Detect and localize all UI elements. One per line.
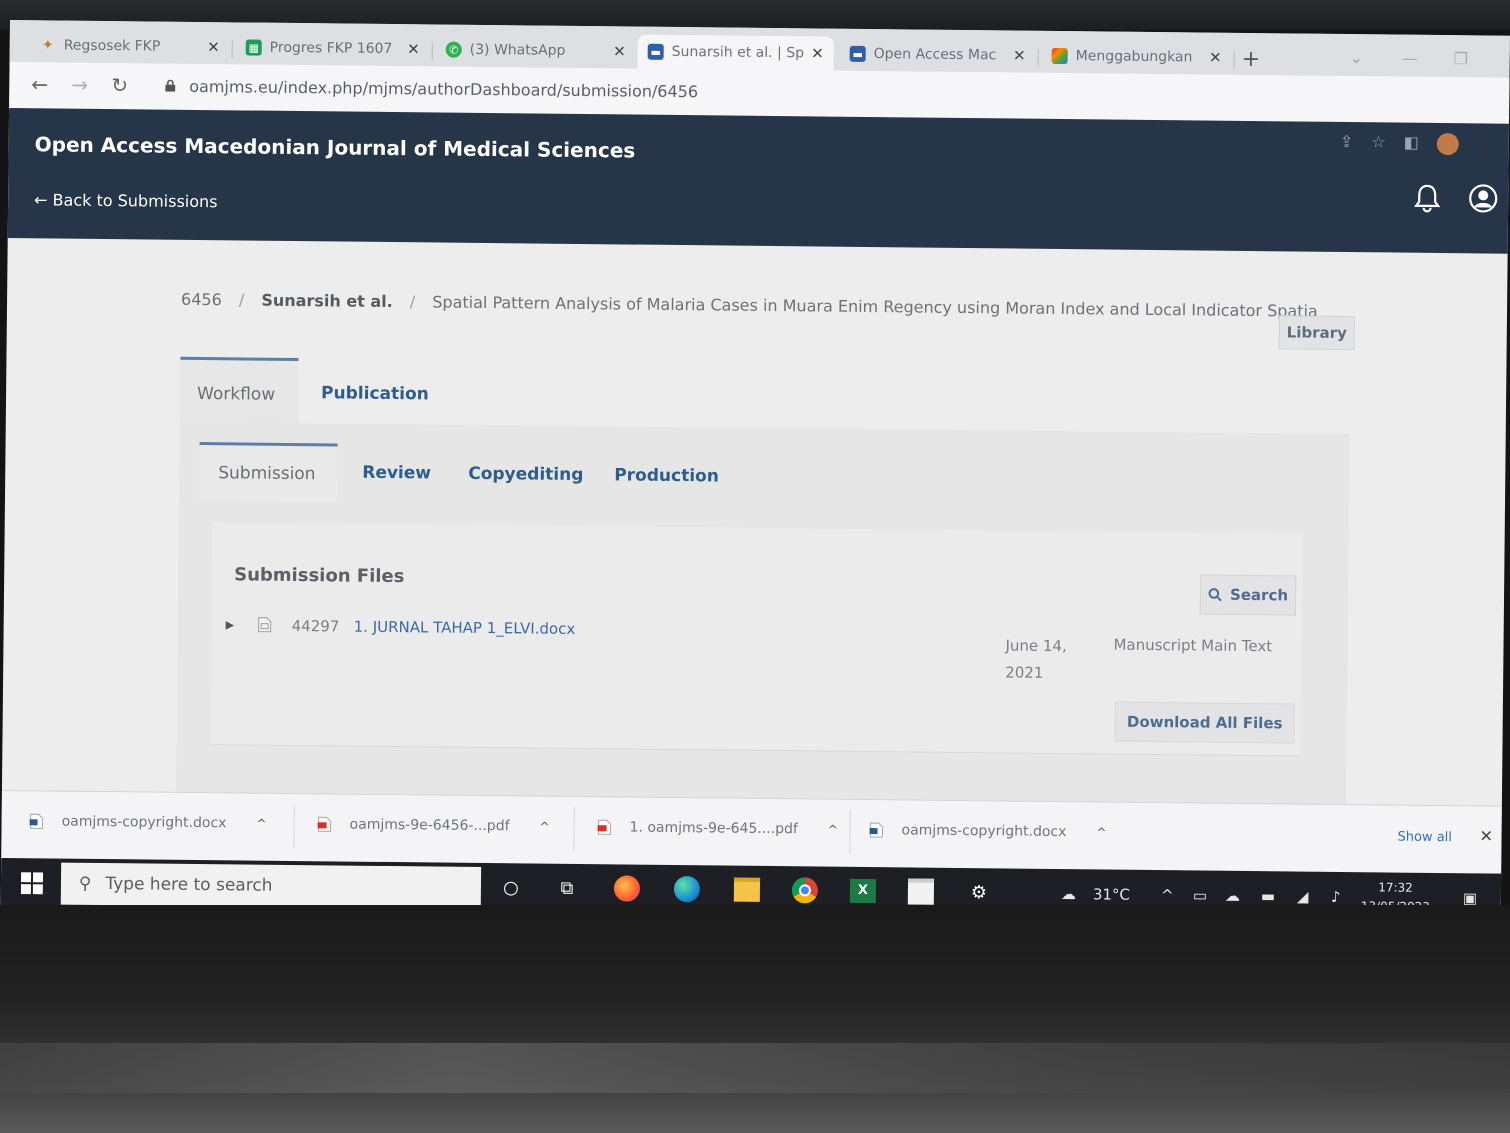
close-icon[interactable]: ✕ [207, 38, 220, 56]
share-icon[interactable]: ⇪ [1340, 132, 1354, 154]
temperature[interactable]: 31°C [1093, 885, 1130, 903]
excel-icon[interactable]: X [849, 877, 877, 905]
chevron-up-icon[interactable]: ^ [828, 823, 838, 837]
chrome-icon[interactable] [791, 876, 819, 904]
browser-tab-progres[interactable]: ▦ Progres FKP 1607 ✕ [236, 30, 430, 66]
show-all-downloads-link[interactable]: Show all [1397, 830, 1452, 846]
sidebar-icon[interactable]: ◧ [1404, 133, 1419, 155]
user-account-icon[interactable] [1468, 183, 1498, 213]
colorful-icon [1051, 47, 1068, 65]
ojs-icon: ▬ [647, 43, 664, 60]
download-item[interactable]: oamjms-copyright.docx ^ [869, 822, 1107, 840]
search-icon: ⚲ [78, 873, 92, 894]
journal-header: Open Access Macedonian Journal of Medica… [7, 107, 1509, 254]
word-document-icon [29, 813, 44, 829]
breadcrumb-title: Spatial Pattern Analysis of Malaria Case… [432, 292, 1318, 321]
laptop-keyboard-deck [0, 905, 1510, 1133]
taskbar-search-box[interactable]: ⚲ Type here to search [60, 862, 482, 909]
store-icon[interactable] [907, 877, 935, 905]
tab-search-icon[interactable]: ⌄ [1350, 48, 1364, 67]
star-icon[interactable]: ☆ [1371, 132, 1386, 154]
search-button-label: Search [1229, 585, 1289, 605]
submission-files-title: Submission Files [234, 564, 405, 588]
download-item[interactable]: oamjms-copyright.docx ^ [29, 813, 267, 831]
new-tab-icon[interactable]: + [1242, 47, 1261, 72]
onedrive-icon[interactable]: ☁ [1225, 887, 1240, 905]
tab-favicon-icon: ✦ [41, 37, 54, 54]
meet-now-icon[interactable]: ▭ [1193, 886, 1207, 904]
pdf-icon [317, 816, 332, 832]
chevron-up-icon[interactable]: ^ [539, 820, 549, 834]
table-row[interactable]: ▶ 44297 1. JURNAL TAHAP 1_ELVI.docx June… [225, 616, 1296, 689]
journal-title[interactable]: Open Access Macedonian Journal of Medica… [35, 132, 636, 162]
close-icon[interactable]: ✕ [1479, 826, 1493, 845]
back-to-submissions-link[interactable]: ← Back to Submissions [34, 190, 218, 211]
breadcrumb-author: Sunarsih et al. [261, 290, 393, 312]
chevron-up-icon[interactable]: ^ [1096, 825, 1106, 839]
laptop-screen: ✦ Regsosek FKP ✕ ▦ Progres FKP 1607 ✕ ✆ … [0, 20, 1510, 921]
weather-icon[interactable]: ☁ [1061, 885, 1076, 903]
minimize-icon[interactable]: — [1402, 49, 1418, 68]
url-field[interactable]: oamjms.eu/index.php/mjms/authorDashboard… [189, 77, 698, 101]
wifi-icon[interactable]: ◢ [1297, 888, 1309, 906]
close-icon[interactable]: ✕ [407, 40, 420, 58]
browser-toolbar-icons: ⇪ ☆ ◧ [1340, 132, 1459, 156]
battery-icon[interactable]: ▬ [1261, 887, 1275, 905]
windows-start-icon[interactable] [20, 872, 44, 895]
profile-avatar-icon[interactable] [1436, 132, 1459, 156]
breadcrumb-submission-id: 6456 [180, 289, 222, 310]
forward-arrow-icon[interactable]: → [71, 73, 88, 97]
chevron-up-icon[interactable]: ^ [256, 817, 266, 831]
maximize-icon[interactable]: ❐ [1454, 49, 1469, 68]
back-arrow-icon[interactable]: ← [31, 72, 48, 96]
chevron-up-icon[interactable]: ^ [1161, 886, 1174, 904]
browser-tab-sunarsih[interactable]: ▬ Sunarsih et al. | Sp ✕ [637, 34, 834, 71]
search-files-button[interactable]: Search [1199, 574, 1297, 616]
file-name-link[interactable]: 1. JURNAL TAHAP 1_ELVI.docx [354, 618, 576, 638]
ojs-icon: ▬ [849, 45, 866, 62]
file-type: Manuscript Main Text [1113, 635, 1273, 656]
cortana-icon[interactable]: ○ [497, 873, 525, 901]
submission-files-grid: Submission Files Search ▶ 44297 1. JURNA… [210, 522, 1303, 757]
reload-icon[interactable]: ↻ [111, 73, 128, 97]
file-id: 44297 [291, 616, 340, 636]
lock-icon [165, 79, 176, 92]
close-icon[interactable]: ✕ [811, 44, 824, 62]
close-icon[interactable]: ✕ [1209, 49, 1222, 67]
breadcrumb: 6456 / Sunarsih et al. / Spatial Pattern… [180, 289, 1318, 321]
tab-workflow[interactable]: Workflow [179, 356, 299, 429]
browser-tab-regsosek[interactable]: ✦ Regsosek FKP ✕ [30, 28, 230, 64]
expand-caret-icon[interactable]: ▶ [226, 618, 235, 631]
volume-icon[interactable]: ♪ [1331, 888, 1341, 906]
whatsapp-icon: ✆ [445, 41, 462, 58]
taskbar-search-placeholder: Type here to search [105, 874, 273, 896]
file-date: June 14, 2021 [1005, 636, 1067, 682]
tab-production[interactable]: Production [595, 446, 738, 505]
settings-gear-icon[interactable]: ⚙ [965, 878, 993, 906]
tab-copyediting[interactable]: Copyediting [449, 445, 603, 505]
task-view-icon[interactable]: ⧉ [553, 874, 581, 902]
download-item[interactable]: oamjms-9e-6456-...pdf ^ [317, 816, 550, 834]
tab-review[interactable]: Review [343, 444, 450, 503]
download-all-files-button[interactable]: Download All Files [1114, 701, 1295, 744]
file-explorer-icon[interactable] [733, 876, 761, 904]
bell-icon[interactable] [1414, 183, 1441, 213]
close-icon[interactable]: ✕ [613, 42, 626, 60]
workflow-panel: Submission Review Copyediting Production… [175, 421, 1350, 835]
browser-tab-open-access[interactable]: ▬ Open Access Mac ✕ [840, 37, 1036, 73]
library-button[interactable]: Library [1278, 315, 1355, 351]
word-document-icon [869, 822, 884, 838]
edge-icon[interactable] [673, 875, 701, 903]
document-icon [258, 617, 272, 633]
browser-tab-menggabungkan[interactable]: Menggabungkan ✕ [1042, 39, 1232, 75]
sheets-icon: ▦ [245, 39, 262, 56]
browser-tab-whatsapp[interactable]: ✆ (3) WhatsApp ✕ [436, 32, 636, 68]
download-item[interactable]: 1. oamjms-9e-645....pdf ^ [597, 819, 838, 838]
pdf-icon [597, 819, 612, 835]
tab-publication[interactable]: Publication [304, 358, 446, 429]
tab-submission[interactable]: Submission [198, 442, 338, 502]
close-icon[interactable]: ✕ [1013, 47, 1026, 65]
search-icon [1208, 588, 1222, 602]
firefox-icon[interactable] [613, 874, 641, 902]
